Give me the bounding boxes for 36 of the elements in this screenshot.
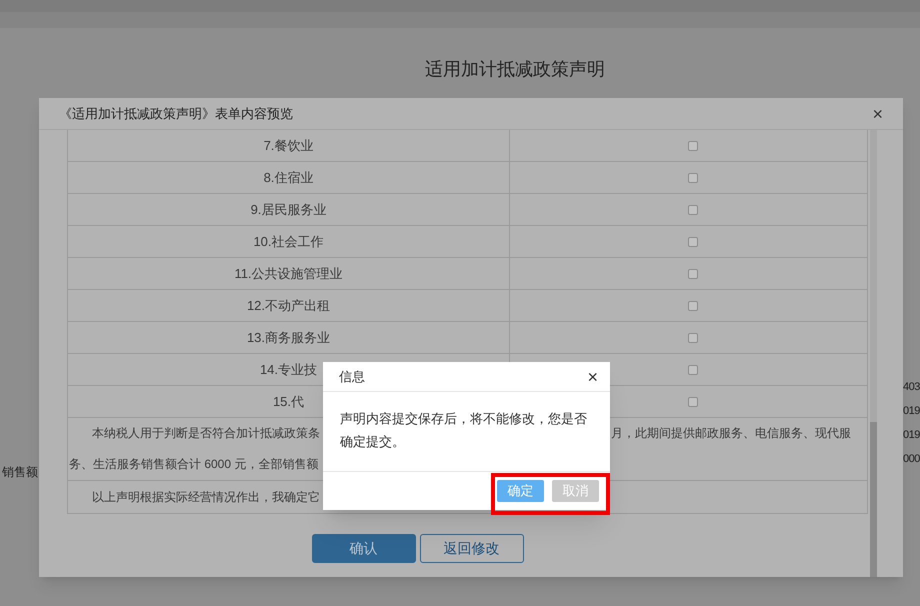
table-cell-text: 000 — [903, 452, 920, 467]
paragraph-text: 本纳税人用于判断是否符合加计抵减政策条 — [91, 425, 321, 442]
form-button[interactable]: 确认 — [312, 534, 416, 563]
table-cell-text: 10.社会工作 — [253, 232, 324, 251]
table-cell-text: 13.商务服务业 — [246, 328, 330, 347]
dialog-button[interactable]: 确定 — [497, 480, 544, 502]
paragraph-text: 务、生活服务销售额合计 6000 元，全部销售额 — [68, 456, 320, 473]
checkbox[interactable] — [688, 236, 698, 246]
table-cell-text: 403 — [903, 380, 920, 395]
checkbox[interactable] — [688, 396, 698, 406]
checkbox[interactable] — [688, 204, 698, 214]
dialog-title: 信息 — [339, 368, 365, 386]
checkbox[interactable] — [688, 268, 698, 278]
checkbox[interactable] — [688, 172, 698, 182]
paragraph-text: 以上声明根据实际经营情况作出，我确定它 — [92, 489, 320, 506]
checkbox[interactable] — [688, 300, 698, 310]
checkbox[interactable] — [688, 140, 698, 150]
close-button[interactable]: × — [872, 104, 883, 122]
modal-title: 《适用加计抵减政策声明》表单内容预览 — [59, 104, 293, 123]
table-cell-text: 7.餐饮业 — [264, 136, 314, 155]
checkbox[interactable] — [688, 364, 698, 374]
checkbox[interactable] — [688, 332, 698, 342]
close-button[interactable]: × — [587, 368, 598, 386]
table-cell-text: 14.专业技 — [260, 360, 318, 379]
table-cell-text: 9.居民服务业 — [250, 200, 326, 219]
table-cell-text: 019 — [903, 428, 920, 443]
table-cell-text: 销售额 — [1, 464, 38, 481]
table-cell-text: 15.代 — [272, 392, 304, 411]
dialog-message: 声明内容提交保存后，将不能修改，您是否确定提交。 — [340, 410, 588, 451]
table-cell-text: 019 — [903, 404, 920, 419]
form-button[interactable]: 返回修改 — [420, 534, 524, 563]
paragraph-text: 月，此期间提供邮政服务、电信服务、现代服 — [611, 425, 852, 442]
table-cell-text: 8.住宿业 — [264, 168, 314, 187]
table-cell-text: 11.公共设施管理业 — [234, 264, 343, 283]
page-title: 适用加计抵减政策声明 — [425, 58, 605, 81]
table-cell-text: 12.不动产出租 — [246, 296, 330, 315]
